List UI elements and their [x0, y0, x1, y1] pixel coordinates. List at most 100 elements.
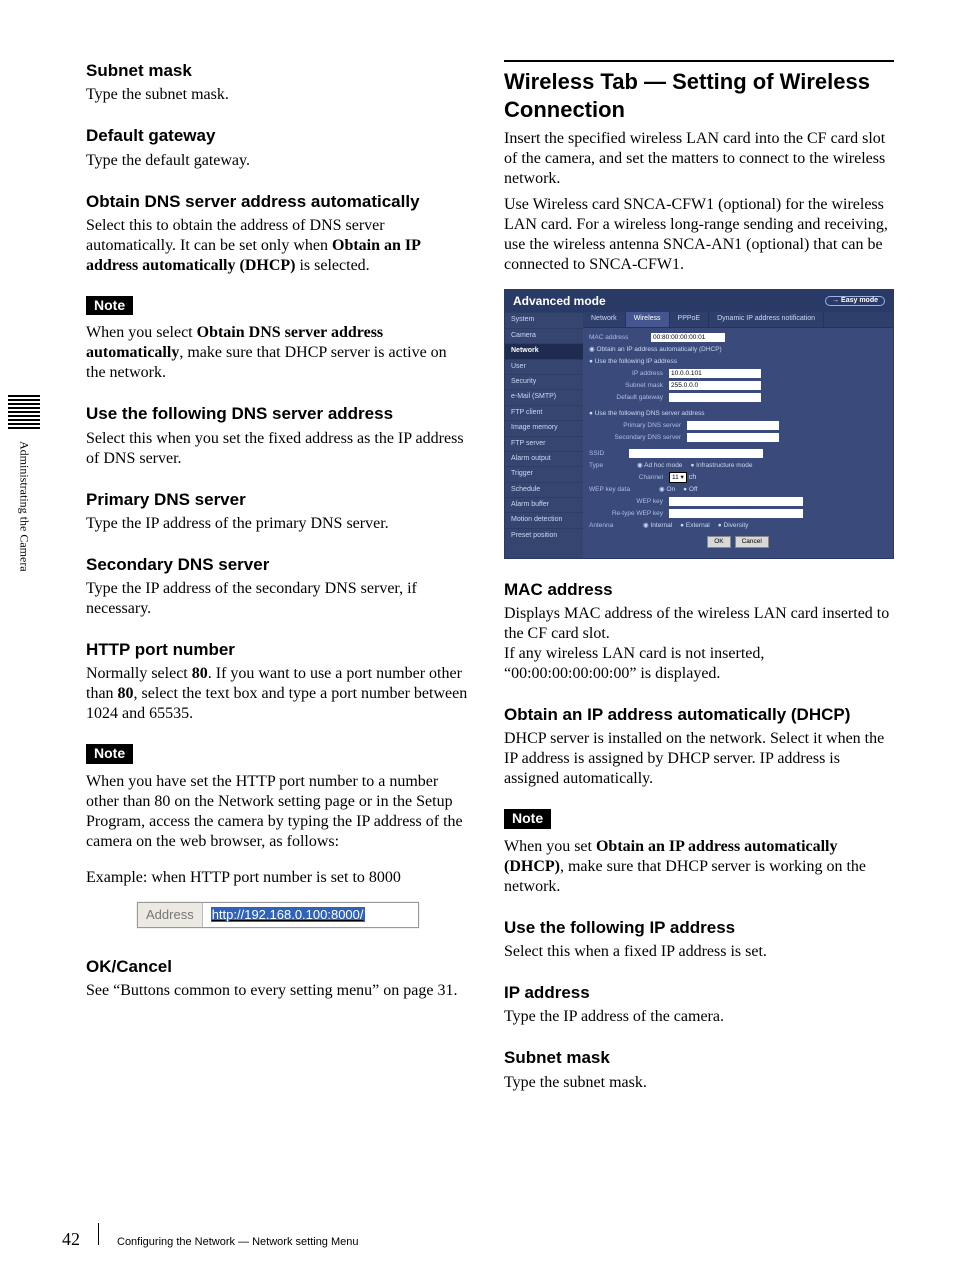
gw-label: Default gateway: [589, 394, 669, 402]
wkey-label: WEP key: [589, 498, 669, 506]
para: See “Buttons common to every setting men…: [86, 981, 470, 1001]
sm-label: Subnet mask: [589, 382, 669, 390]
note-label: Note: [504, 809, 551, 829]
tab-wireless[interactable]: Wireless: [626, 312, 670, 326]
radio-wep-on[interactable]: On: [659, 486, 675, 494]
address-url: http://192.168.0.100:8000/: [203, 903, 373, 927]
bold: 80: [118, 685, 134, 702]
heading-mac: MAC address: [504, 579, 894, 600]
heading-obtain-dns: Obtain DNS server address automatically: [86, 191, 470, 212]
radio-use-dns[interactable]: Use the following DNS server address: [589, 410, 705, 418]
decorative-bars: [8, 395, 40, 431]
ant-label: Antenna: [589, 522, 635, 530]
para: When you select Obtain DNS server addres…: [86, 323, 470, 383]
para: Displays MAC address of the wireless LAN…: [504, 604, 894, 644]
type-label: Type: [589, 462, 629, 470]
heading-subnet: Subnet mask: [86, 60, 470, 81]
ssid-input[interactable]: [629, 449, 763, 458]
sidebar-item-system[interactable]: System: [505, 312, 583, 327]
text: is selected.: [295, 257, 369, 274]
bold: 80: [192, 665, 208, 682]
sidebar-item-image-memory[interactable]: Image memory: [505, 420, 583, 435]
para: Type the default gateway.: [86, 151, 470, 171]
sidebar-item-ftpserver[interactable]: FTP server: [505, 436, 583, 451]
heading-gateway: Default gateway: [86, 125, 470, 146]
dns1-input[interactable]: [687, 421, 779, 430]
tab-network[interactable]: Network: [583, 312, 626, 326]
radio-ant-diversity[interactable]: Diversity: [718, 522, 749, 530]
ch-select[interactable]: 11 ▾: [669, 472, 687, 483]
sidebar-item-user[interactable]: User: [505, 359, 583, 374]
sidebar-item-trigger[interactable]: Trigger: [505, 466, 583, 481]
heading-ip: IP address: [504, 982, 894, 1003]
mac-value: 00:80:00:00:00:01: [651, 333, 725, 342]
sidebar-item-smtp[interactable]: e-Mail (SMTP): [505, 389, 583, 404]
wkey-input[interactable]: [669, 497, 803, 506]
para: Type the subnet mask.: [504, 1073, 894, 1093]
heading-use-dns: Use the following DNS server address: [86, 403, 470, 424]
heading-use-ip: Use the following IP address: [504, 917, 894, 938]
sidebar-item-network[interactable]: Network: [505, 343, 583, 358]
note-label: Note: [86, 744, 133, 764]
radio-infra[interactable]: Infrastructure mode: [690, 462, 752, 470]
radio-use-ip[interactable]: Use the following IP address: [589, 358, 677, 366]
heading-http-port: HTTP port number: [86, 639, 470, 660]
radio-ant-external[interactable]: External: [680, 522, 710, 530]
dns2-label: Secondary DNS server: [589, 434, 687, 442]
para: When you have set the HTTP port number t…: [86, 772, 470, 852]
sidebar-item-schedule[interactable]: Schedule: [505, 482, 583, 497]
address-bar: Address http://192.168.0.100:8000/: [137, 902, 419, 928]
radio-wep-off[interactable]: Off: [683, 486, 697, 494]
text: Normally select: [86, 665, 192, 682]
cancel-button[interactable]: Cancel: [735, 536, 769, 548]
para: Insert the specified wireless LAN card i…: [504, 129, 894, 189]
right-column: Wireless Tab — Setting of Wireless Conne…: [504, 60, 894, 1099]
para: Select this when you set the fixed addre…: [86, 429, 470, 469]
sidebar-item-camera[interactable]: Camera: [505, 328, 583, 343]
ch-unit: ch: [689, 474, 696, 482]
section-title: Wireless Tab — Setting of Wireless Conne…: [504, 60, 894, 123]
para: Normally select 80. If you want to use a…: [86, 664, 470, 724]
sidebar-item-security[interactable]: Security: [505, 374, 583, 389]
ui-header: Advanced mode → Easy mode: [505, 290, 893, 312]
heading-ok-cancel: OK/Cancel: [86, 956, 470, 977]
page-number: 42: [62, 1229, 80, 1250]
address-label: Address: [138, 903, 203, 927]
dns2-input[interactable]: [687, 433, 779, 442]
sidebar-item-motion[interactable]: Motion detection: [505, 512, 583, 527]
ui-main: Network Wireless PPPoE Dynamic IP addres…: [583, 312, 893, 557]
text: , select the text box and type a port nu…: [86, 685, 467, 722]
para: Type the subnet mask.: [86, 85, 470, 105]
sidebar-item-preset[interactable]: Preset position: [505, 528, 583, 543]
ssid-label: SSID: [589, 450, 629, 458]
heading-dhcp: Obtain an IP address automatically (DHCP…: [504, 704, 894, 725]
wkey2-input[interactable]: [669, 509, 803, 518]
sm-input[interactable]: 255.0.0.0: [669, 381, 761, 390]
ui-title: Advanced mode: [513, 294, 606, 308]
ip-label: IP address: [589, 370, 669, 378]
footer: 42 Configuring the Network — Network set…: [62, 1223, 359, 1250]
heading-primary-dns: Primary DNS server: [86, 489, 470, 510]
tab-dynamic-ip[interactable]: Dynamic IP address notification: [709, 312, 824, 326]
ch-label: Channel: [589, 474, 669, 482]
footer-crumb: Configuring the Network — Network settin…: [117, 1236, 359, 1248]
sidebar-item-ftpclient[interactable]: FTP client: [505, 405, 583, 420]
document-page: Administrating the Camera Subnet mask Ty…: [0, 0, 954, 1274]
heading-subnet2: Subnet mask: [504, 1047, 894, 1068]
para: Select this to obtain the address of DNS…: [86, 216, 470, 276]
radio-adhoc[interactable]: Ad hoc mode: [637, 462, 682, 470]
para: Type the IP address of the camera.: [504, 1007, 894, 1027]
easy-mode-button[interactable]: → Easy mode: [825, 296, 885, 306]
sidebar-item-alarm-output[interactable]: Alarm output: [505, 451, 583, 466]
ok-button[interactable]: OK: [707, 536, 730, 548]
radio-dhcp[interactable]: Obtain an IP address automatically (DHCP…: [589, 346, 722, 354]
gw-input[interactable]: [669, 393, 761, 402]
para: DHCP server is installed on the network.…: [504, 729, 894, 789]
ch-value: 11: [672, 474, 679, 481]
tab-pppoe[interactable]: PPPoE: [670, 312, 710, 326]
para: Type the IP address of the secondary DNS…: [86, 579, 470, 619]
para: Select this when a fixed IP address is s…: [504, 942, 894, 962]
sidebar-item-alarm-buffer[interactable]: Alarm buffer: [505, 497, 583, 512]
ip-input[interactable]: 10.0.0.101: [669, 369, 761, 378]
radio-ant-internal[interactable]: Internal: [643, 522, 672, 530]
